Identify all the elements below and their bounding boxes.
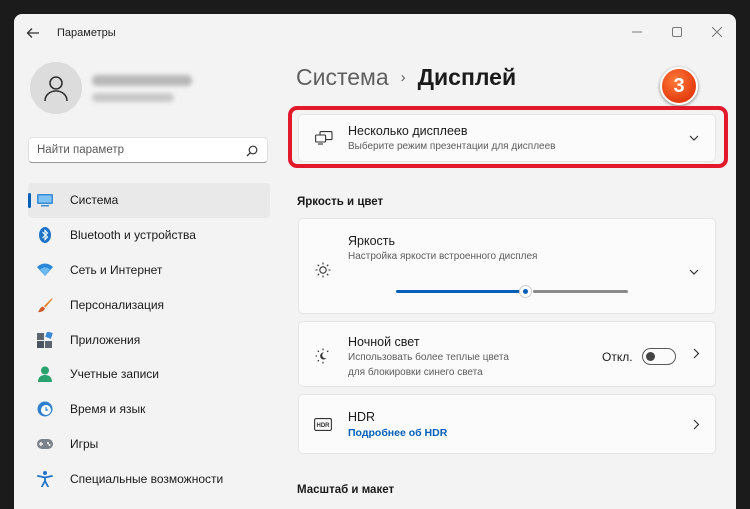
sidebar-item-network[interactable]: Сеть и Интернет (28, 253, 270, 288)
section-heading-brightness: Яркость и цвет (297, 196, 384, 208)
bluetooth-icon (37, 227, 53, 244)
monitor-icon (37, 192, 53, 208)
sidebar-item-label: Bluetooth и устройства (70, 228, 196, 243)
sidebar-item-apps[interactable]: Приложения (28, 322, 270, 357)
hdr-card[interactable]: HDR HDR (298, 394, 716, 454)
night-light-title: Ночной свет (348, 335, 420, 349)
back-arrow-icon[interactable] (26, 26, 42, 42)
night-light-toggle[interactable] (642, 348, 676, 365)
wifi-icon (37, 262, 53, 278)
search-box[interactable] (28, 137, 268, 163)
night-light-state-label: Откл. (602, 350, 633, 364)
user-email-blurred (92, 93, 174, 102)
night-light-subtitle-1: Использовать более теплые цвета (348, 352, 509, 363)
sidebar-item-accessibility[interactable]: Специальные возможности (28, 461, 270, 496)
sun-icon (315, 262, 331, 283)
sidebar-item-label: Система (70, 193, 119, 208)
settings-window: Параметры Система (14, 14, 736, 509)
hdr-icon: HDR (314, 418, 332, 436)
hdr-title: HDR (348, 410, 376, 424)
sidebar-item-personalization[interactable]: Персонализация (28, 287, 270, 322)
globe-clock-icon (37, 401, 53, 417)
page-title: Дисплей (417, 64, 517, 90)
maximize-icon[interactable] (664, 22, 690, 44)
sidebar-item-label: Специальные возможности (70, 471, 224, 486)
brightness-slider-filled[interactable] (396, 290, 522, 293)
chevron-down-icon[interactable] (689, 265, 699, 279)
search-icon[interactable] (246, 144, 258, 162)
sidebar-item-accounts[interactable]: Учетные записи (28, 357, 270, 392)
app-title: Параметры (57, 27, 116, 39)
sidebar-item-label: Время и язык (70, 402, 146, 417)
title-bar: Параметры (14, 14, 736, 54)
close-icon[interactable] (704, 22, 730, 44)
chevron-right-icon[interactable] (693, 348, 700, 362)
avatar[interactable] (30, 62, 82, 114)
sidebar-item-label: Учетные записи (70, 367, 159, 382)
sidebar-item-label: Персонализация (70, 297, 165, 312)
brightness-card[interactable]: Яркость Настройка яркости встроенного ди… (298, 218, 716, 314)
sidebar-item-bluetooth[interactable]: Bluetooth и устройства (28, 218, 270, 253)
sidebar-item-time-language[interactable]: Время и язык (28, 392, 270, 427)
sidebar-nav: Система Bluetooth и устройства Сеть и Ин… (28, 183, 270, 496)
night-light-subtitle-2: для блокировки синего света (348, 367, 483, 378)
user-name-blurred (92, 75, 192, 86)
person-icon (44, 76, 68, 102)
minimize-icon[interactable] (624, 22, 650, 44)
search-input[interactable] (37, 142, 237, 158)
accessibility-icon (37, 470, 53, 487)
apps-icon (37, 331, 53, 348)
breadcrumb: Система › Дисплей (296, 64, 516, 91)
person-icon (37, 366, 53, 383)
night-light-icon (315, 348, 331, 369)
step-badge: 3 (660, 67, 698, 105)
brightness-subtitle: Настройка яркости встроенного дисплея (348, 251, 538, 262)
brightness-title: Яркость (348, 234, 396, 248)
sidebar-item-label: Сеть и Интернет (70, 262, 163, 277)
sidebar-item-label: Игры (70, 436, 99, 451)
chevron-right-icon[interactable] (693, 419, 700, 433)
breadcrumb-parent[interactable]: Система (296, 64, 389, 90)
brightness-slider-thumb[interactable] (519, 285, 532, 298)
sidebar-item-system[interactable]: Система (28, 183, 270, 218)
hdr-learn-more-link[interactable]: Подробнее об HDR (348, 427, 447, 439)
gamepad-icon (37, 436, 53, 452)
section-heading-scale: Масштаб и макет (297, 484, 395, 496)
sidebar-item-label: Приложения (70, 332, 141, 347)
sidebar-item-gaming[interactable]: Игры (28, 427, 270, 462)
breadcrumb-separator: › (400, 69, 406, 86)
brightness-slider-track[interactable] (533, 290, 628, 293)
brush-icon (37, 297, 53, 313)
highlight-frame (288, 106, 728, 168)
svg-text:HDR: HDR (317, 423, 331, 429)
